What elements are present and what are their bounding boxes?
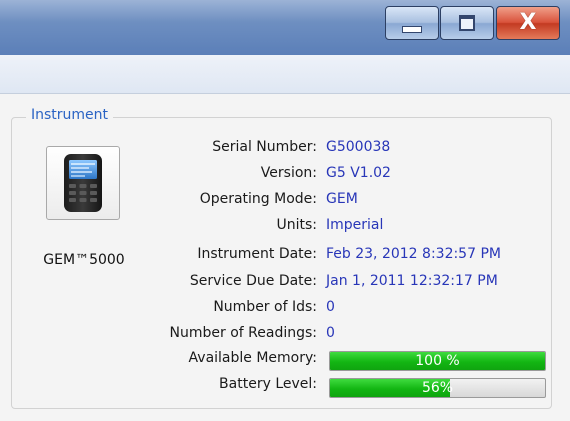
service-due-date-label: Service Due Date: <box>189 273 317 289</box>
maximize-button[interactable] <box>440 6 494 40</box>
group-title: Instrument <box>26 107 114 123</box>
gas-analyzer-icon <box>64 154 102 212</box>
menu-bar <box>0 55 570 94</box>
version-label: Version: <box>260 165 317 181</box>
number-of-readings-value: 0 <box>326 325 335 341</box>
device-name: GEM™5000 <box>43 252 125 268</box>
instrument-date-value: Feb 23, 2012 8:32:57 PM <box>326 246 501 262</box>
close-button[interactable]: X <box>496 6 560 40</box>
available-memory-text: 100 % <box>415 353 460 369</box>
serial-number-label: Serial Number: <box>212 139 317 155</box>
version-value: G5 V1.02 <box>326 165 391 181</box>
service-due-date-value: Jan 1, 2011 12:32:17 PM <box>326 273 498 289</box>
minimize-button[interactable] <box>385 6 439 40</box>
maximize-icon <box>459 15 475 31</box>
available-memory-label: Available Memory: <box>188 350 317 366</box>
close-icon: X <box>519 10 537 35</box>
units-label: Units: <box>276 217 317 233</box>
title-bar: X <box>0 0 570 55</box>
minimize-icon <box>402 25 422 33</box>
number-of-ids-label: Number of Ids: <box>213 299 317 315</box>
serial-number-value: G500038 <box>326 139 391 155</box>
operating-mode-label: Operating Mode: <box>199 191 317 207</box>
content-area: Instrument GEM™5000 Serial Number: G5000… <box>0 94 570 421</box>
device-image-frame <box>46 146 120 220</box>
battery-level-progress-bar: 56% <box>329 378 546 398</box>
operating-mode-value: GEM <box>326 191 358 207</box>
number-of-readings-label: Number of Readings: <box>169 325 317 341</box>
battery-level-text: 56% <box>421 380 454 396</box>
number-of-ids-value: 0 <box>326 299 335 315</box>
units-value: Imperial <box>326 217 384 233</box>
instrument-date-label: Instrument Date: <box>197 246 317 262</box>
available-memory-progress-bar: 100 % <box>329 351 546 371</box>
battery-level-label: Battery Level: <box>219 376 317 392</box>
